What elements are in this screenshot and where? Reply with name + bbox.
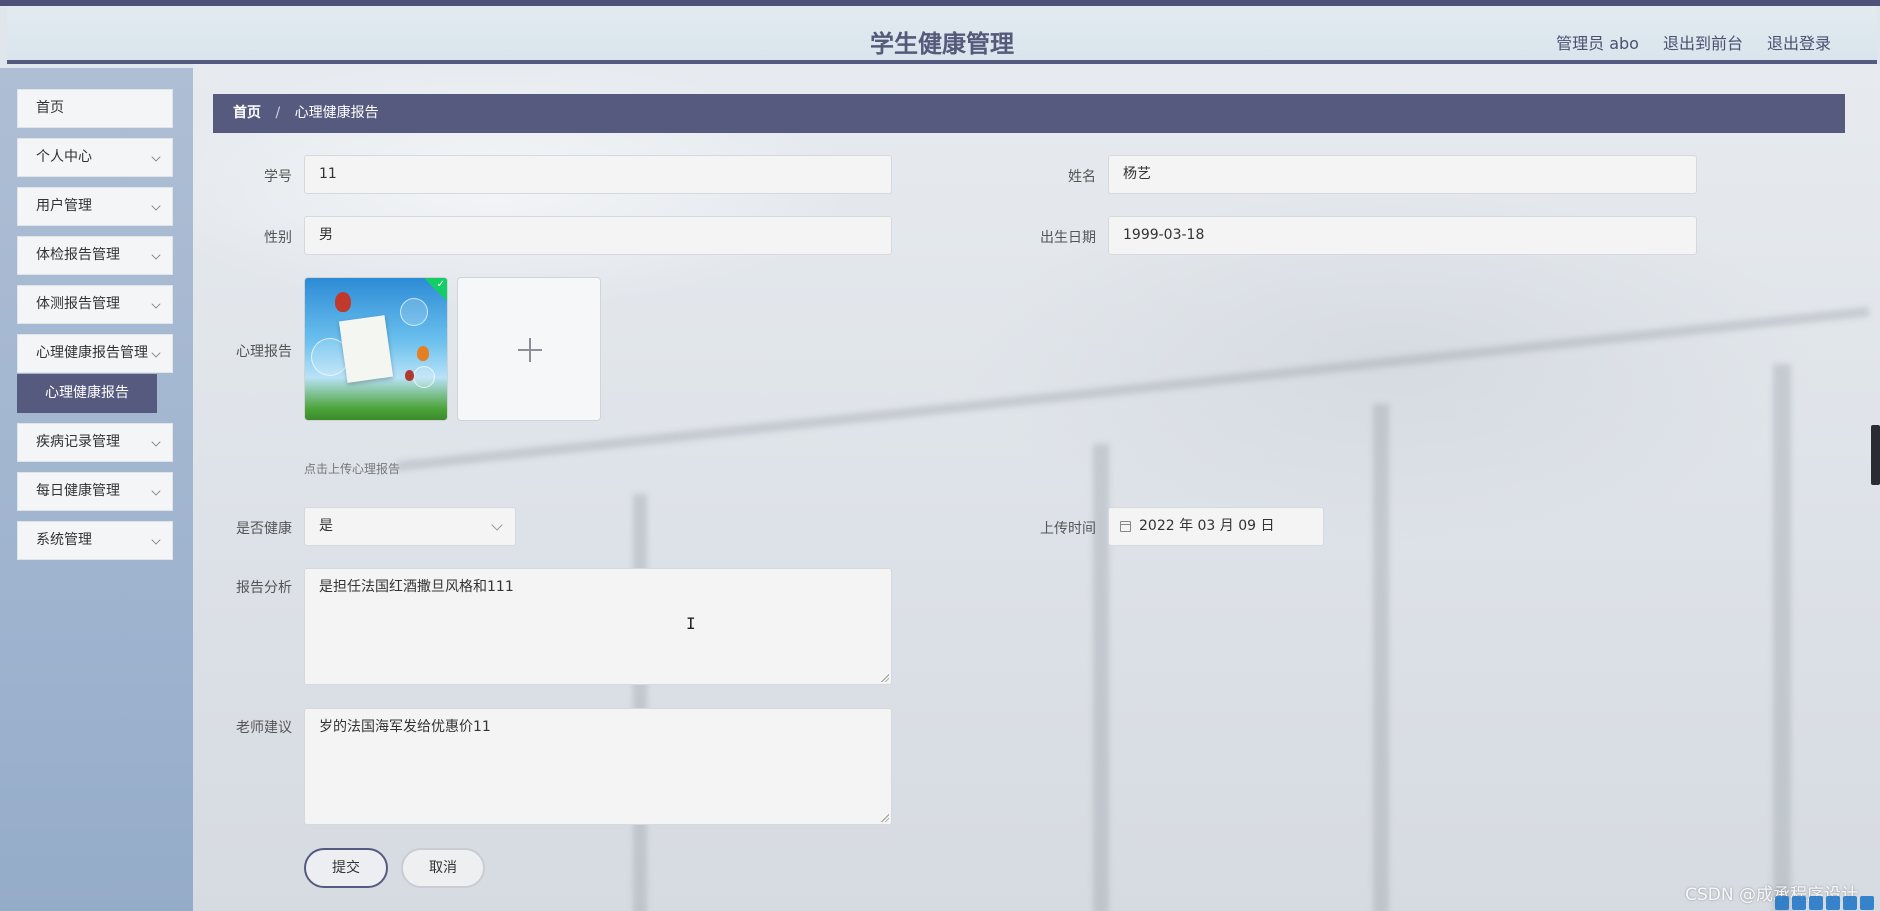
tray-icon[interactable] [1860, 896, 1874, 910]
sidebar-item-label: 疾病记录管理 [36, 434, 120, 450]
breadcrumb-separator: / [275, 105, 281, 121]
tray-icon[interactable] [1775, 896, 1789, 910]
upload-time-field[interactable]: 2022 年 03 月 09 日 [1108, 507, 1324, 546]
sidebar-item-system[interactable]: 系统管理 [17, 521, 173, 560]
cancel-button[interactable]: 取消 [401, 848, 485, 888]
tray-icon[interactable] [1792, 896, 1806, 910]
calendar-icon [1120, 521, 1131, 532]
student-id-field[interactable]: 11 [304, 155, 892, 194]
system-tray [1775, 896, 1874, 910]
sidebar-item-label: 系统管理 [36, 532, 92, 548]
breadcrumb-home[interactable]: 首页 [233, 105, 261, 121]
report-label: 心理报告 [236, 344, 292, 360]
resize-grip-icon[interactable] [881, 814, 889, 822]
chevron-down-icon [151, 348, 161, 358]
sidebar-item-daily-health[interactable]: 每日健康管理 [17, 472, 173, 511]
tray-icon[interactable] [1809, 896, 1823, 910]
sidebar-item-user-management[interactable]: 用户管理 [17, 187, 173, 226]
exit-to-front-link[interactable]: 退出到前台 [1663, 30, 1743, 54]
sidebar: 首页 个人中心 用户管理 体检报告管理 体测报告管理 心理健康报告管理 心理健康… [0, 68, 193, 911]
sidebar-subitem-mental-health-report[interactable]: 心理健康报告 [17, 374, 157, 413]
top-header: 学生健康管理 管理员 abo 退出到前台 退出登录 [7, 6, 1877, 64]
gender-label: 性别 [264, 230, 292, 246]
breadcrumb: 首页 / 心理健康报告 [213, 94, 1845, 133]
is-healthy-select[interactable]: 是 [304, 507, 516, 546]
chevron-down-icon [151, 250, 161, 260]
student-id-label: 学号 [264, 169, 292, 185]
chevron-down-icon [151, 152, 161, 162]
sidebar-item-label: 每日健康管理 [36, 483, 120, 499]
upload-time-label: 上传时间 [1040, 521, 1096, 537]
sidebar-item-fitness-test[interactable]: 体测报告管理 [17, 285, 173, 324]
resize-grip-icon[interactable] [881, 674, 889, 682]
sidebar-item-label: 心理健康报告管理 [36, 345, 148, 361]
birth-date-field[interactable]: 1999-03-18 [1108, 216, 1697, 255]
logout-link[interactable]: 退出登录 [1767, 30, 1831, 54]
name-field[interactable]: 杨艺 [1108, 155, 1697, 194]
submit-button[interactable]: 提交 [304, 848, 388, 888]
advice-text: 岁的法国海军发给优惠价11 [319, 719, 491, 735]
admin-user-link[interactable]: 管理员 abo [1556, 30, 1639, 54]
upload-time-value: 2022 年 03 月 09 日 [1139, 518, 1275, 534]
header-actions: 管理员 abo 退出到前台 退出登录 [1532, 30, 1831, 54]
name-label: 姓名 [1068, 169, 1096, 185]
upload-hint: 点击上传心理报告 [304, 462, 401, 476]
sidebar-item-label: 用户管理 [36, 198, 92, 214]
sidebar-item-physical-exam[interactable]: 体检报告管理 [17, 236, 173, 275]
tray-icon[interactable] [1843, 896, 1857, 910]
gender-field[interactable]: 男 [304, 216, 892, 255]
text-cursor-icon: I [686, 614, 696, 633]
chevron-down-icon [491, 519, 503, 531]
sidebar-item-label: 体测报告管理 [36, 296, 120, 312]
tray-icon[interactable] [1826, 896, 1840, 910]
sidebar-item-label: 个人中心 [36, 149, 92, 165]
scrollbar-thumb[interactable] [1871, 425, 1880, 485]
sidebar-item-mental-health[interactable]: 心理健康报告管理 [17, 334, 173, 373]
check-icon: ✓ [436, 279, 445, 290]
report-thumbnail[interactable]: ✓ [304, 277, 448, 421]
breadcrumb-current: 心理健康报告 [294, 105, 379, 121]
sidebar-item-label: 体检报告管理 [36, 247, 120, 263]
sidebar-item-disease-records[interactable]: 疾病记录管理 [17, 423, 173, 462]
upload-report-button[interactable] [457, 277, 601, 421]
chevron-down-icon [151, 299, 161, 309]
is-healthy-label: 是否健康 [236, 521, 292, 537]
chevron-down-icon [151, 535, 161, 545]
advice-textarea[interactable]: 岁的法国海军发给优惠价11 [304, 708, 892, 825]
sidebar-item-home[interactable]: 首页 [17, 89, 173, 128]
birth-date-label: 出生日期 [1040, 230, 1096, 246]
chevron-down-icon [151, 201, 161, 211]
sidebar-item-personal-center[interactable]: 个人中心 [17, 138, 173, 177]
analysis-textarea[interactable]: 是担任法国红酒撒旦风格和111 [304, 568, 892, 685]
chevron-down-icon [151, 486, 161, 496]
advice-label: 老师建议 [236, 720, 292, 736]
is-healthy-value: 是 [319, 518, 333, 534]
chevron-down-icon [151, 437, 161, 447]
analysis-text: 是担任法国红酒撒旦风格和111 [319, 579, 514, 595]
analysis-label: 报告分析 [236, 580, 292, 596]
sidebar-item-label: 首页 [36, 100, 64, 116]
